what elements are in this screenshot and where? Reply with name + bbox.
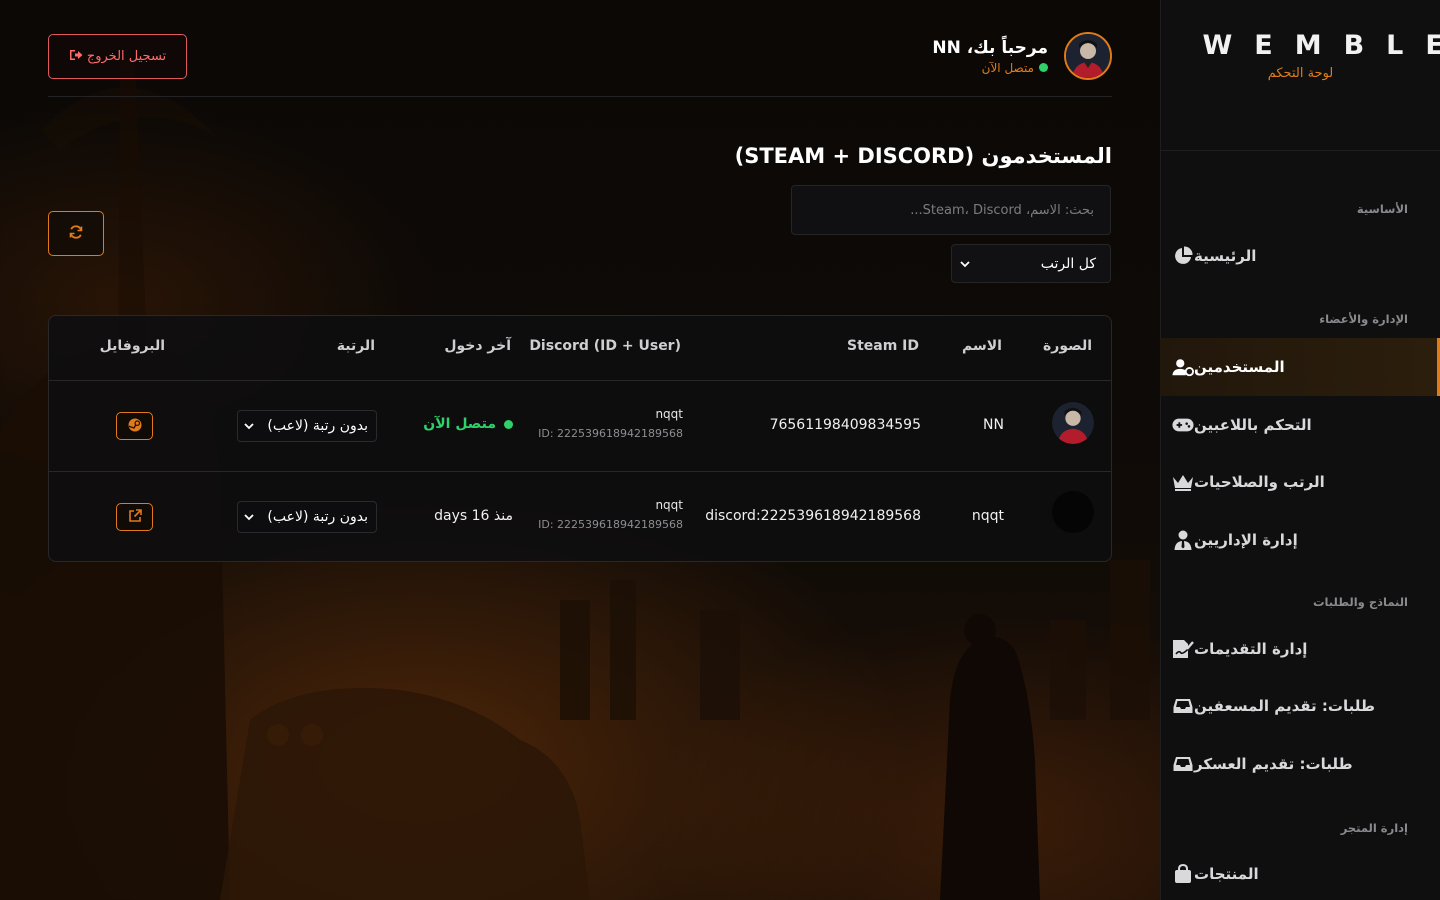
- sidebar-section-forms: النماذج والطلبات: [1312, 595, 1408, 609]
- user-tie-icon: [1172, 529, 1194, 551]
- rank-select-value: بدون رتبة (لاعب): [267, 509, 368, 525]
- sidebar-item-home[interactable]: الرئيسية: [1160, 227, 1440, 285]
- external-profile-button[interactable]: [116, 503, 153, 531]
- discord-id: ID: 222539618942189568: [538, 427, 683, 440]
- sidebar: WEMBLEY لوحة التحكم الأساسية الرئيسية ال…: [1160, 0, 1440, 900]
- column-header-last-login: آخر دخول: [444, 338, 511, 354]
- users-table: الصورة الاسم Steam ID Discord (ID + User…: [48, 315, 1112, 562]
- rank-select[interactable]: بدون رتبة (لاعب): [237, 410, 377, 442]
- sidebar-item-label: إدارة التقديمات: [1194, 640, 1308, 658]
- row-steam-id: 76561198409834595: [769, 417, 921, 433]
- column-header-rank: الرتبة: [336, 338, 375, 354]
- external-link-icon: [128, 508, 142, 527]
- sidebar-item-users[interactable]: المستخدمين: [1160, 338, 1440, 396]
- inbox-icon: [1172, 695, 1194, 717]
- chevron-down-icon: [960, 256, 970, 272]
- online-status: متصل الآن: [932, 61, 1048, 75]
- refresh-icon: [69, 224, 83, 243]
- search-input[interactable]: [791, 185, 1111, 235]
- sidebar-section-store: إدارة المتجر: [1340, 821, 1408, 835]
- sidebar-item-label: طلبات: تقديم المسعفين: [1194, 697, 1375, 715]
- rank-select-value: بدون رتبة (لاعب): [267, 418, 368, 434]
- top-bar: تسجيل الخروج مرحباً بك، NN متصل الآن: [48, 0, 1112, 97]
- column-header-profile: البروفايل: [99, 338, 165, 354]
- bag-icon: [1172, 863, 1194, 885]
- sign-out-icon: [69, 49, 83, 65]
- sidebar-section-admin: الإدارة والأعضاء: [1319, 312, 1408, 326]
- user-gear-icon: [1172, 356, 1194, 378]
- online-dot: [504, 419, 513, 429]
- inbox-icon: [1172, 753, 1194, 775]
- chevron-down-icon: [244, 509, 254, 525]
- user-profile[interactable]: مرحباً بك، NN متصل الآن: [932, 32, 1112, 80]
- sidebar-item-admins[interactable]: إدارة الإداريين: [1160, 511, 1440, 569]
- table-row: NN 76561198409834595 nqqt ID: 2225396189…: [49, 381, 1111, 471]
- table-row: nqqt discord:222539618942189568 nqqt ID:…: [49, 471, 1111, 561]
- last-login-text: متصل الآن: [423, 416, 496, 432]
- sidebar-item-medic-requests[interactable]: طلبات: تقديم المسعفين: [1160, 677, 1440, 735]
- sidebar-item-label: المستخدمين: [1194, 358, 1285, 376]
- page-title: المستخدمون (STEAM + DISCORD): [734, 144, 1112, 168]
- steam-icon: [128, 417, 142, 436]
- sidebar-item-label: إدارة الإداريين: [1194, 531, 1298, 549]
- logout-button[interactable]: تسجيل الخروج: [48, 34, 187, 79]
- row-steam-id: discord:222539618942189568: [705, 508, 921, 524]
- crown-icon: [1172, 471, 1194, 493]
- row-discord: nqqt ID: 222539618942189568: [538, 407, 683, 440]
- gamepad-icon: [1172, 414, 1194, 436]
- sidebar-item-applications[interactable]: إدارة التقديمات: [1160, 620, 1440, 678]
- sidebar-item-military-requests[interactable]: طلبات: تقديم العسكر: [1160, 735, 1440, 793]
- sidebar-item-label: الرتب والصلاحيات: [1194, 473, 1325, 491]
- sidebar-item-products[interactable]: المنتجات: [1160, 845, 1440, 900]
- column-header-steam-id: Steam ID: [846, 338, 919, 354]
- table-header: الصورة الاسم Steam ID Discord (ID + User…: [49, 316, 1111, 381]
- sidebar-section-basics: الأساسية: [1356, 202, 1408, 216]
- logout-label: تسجيل الخروج: [86, 49, 167, 64]
- column-header-name: الاسم: [962, 338, 1002, 354]
- brand-subtitle: لوحة التحكم: [1267, 66, 1334, 81]
- row-name: nqqt: [971, 508, 1004, 524]
- row-avatar: [1052, 491, 1094, 533]
- discord-id: ID: 222539618942189568: [538, 518, 683, 531]
- chevron-down-icon: [244, 418, 254, 434]
- rank-select[interactable]: بدون رتبة (لاعب): [237, 501, 377, 533]
- row-avatar: [1052, 402, 1094, 444]
- sidebar-item-label: طلبات: تقديم العسكر: [1194, 755, 1353, 773]
- column-header-avatar: الصورة: [1043, 338, 1092, 354]
- sidebar-item-players[interactable]: التحكم باللاعبين: [1160, 396, 1440, 454]
- discord-username: nqqt: [655, 498, 683, 512]
- status-text: متصل الآن: [981, 60, 1034, 75]
- sidebar-item-label: المنتجات: [1194, 865, 1259, 883]
- row-discord: nqqt ID: 222539618942189568: [538, 498, 683, 531]
- sidebar-item-ranks[interactable]: الرتب والصلاحيات: [1160, 453, 1440, 511]
- sidebar-item-label: التحكم باللاعبين: [1194, 416, 1312, 434]
- brand-logo-text: WEMBLEY: [1202, 30, 1440, 61]
- online-dot: [1039, 63, 1048, 72]
- row-last-login: منذ 16 days: [434, 508, 513, 524]
- row-last-login: متصل الآن: [423, 416, 513, 432]
- row-name: NN: [983, 417, 1004, 433]
- pie-chart-icon: [1172, 245, 1194, 267]
- discord-username: nqqt: [655, 407, 683, 421]
- rank-filter-select[interactable]: كل الرتب: [951, 244, 1111, 283]
- sidebar-item-label: الرئيسية: [1194, 247, 1257, 265]
- file-signature-icon: [1172, 638, 1194, 660]
- column-header-discord: Discord (ID + User): [529, 338, 681, 354]
- refresh-button[interactable]: [48, 211, 104, 256]
- brand-block: WEMBLEY لوحة التحكم: [1161, 0, 1440, 151]
- user-info: مرحباً بك، NN متصل الآن: [932, 38, 1048, 75]
- rank-filter-value: كل الرتب: [1040, 255, 1096, 272]
- welcome-text: مرحباً بك، NN: [932, 37, 1048, 58]
- steam-profile-button[interactable]: [116, 412, 153, 440]
- avatar: [1064, 32, 1112, 80]
